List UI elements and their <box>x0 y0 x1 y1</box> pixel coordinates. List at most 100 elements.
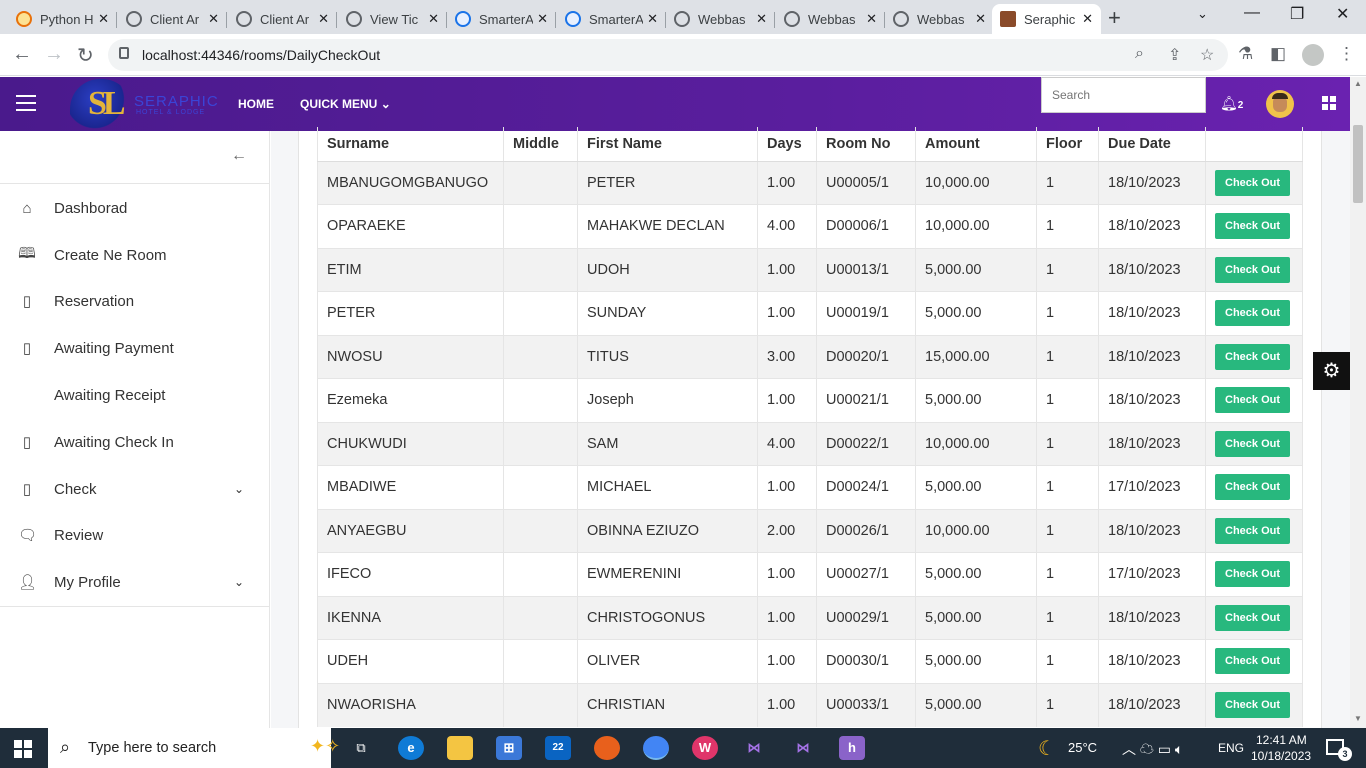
profile-icon[interactable] <box>1302 44 1324 66</box>
close-tab-icon[interactable]: ✕ <box>537 11 548 27</box>
browser-tab[interactable]: Webbas ✕ <box>885 4 994 34</box>
table-cell <box>503 639 578 683</box>
settings-gear-icon[interactable]: ⚙ <box>1313 352 1350 390</box>
new-tab-button[interactable]: + <box>1108 5 1121 31</box>
zoom-icon[interactable]: ⌕ <box>1135 45 1144 63</box>
minimize-icon[interactable]: — <box>1244 4 1260 22</box>
notifications-button[interactable]: 🔔︎2 <box>1220 95 1243 112</box>
scroll-down-icon[interactable]: ▼ <box>1354 714 1362 723</box>
table-cell: D00020/1 <box>816 334 916 379</box>
check-out-button[interactable]: Check Out <box>1215 430 1291 457</box>
wps-icon[interactable]: W <box>692 736 718 760</box>
menu-kebab-icon[interactable]: ⋮ <box>1338 44 1355 64</box>
scroll-up-icon[interactable]: ▲ <box>1354 79 1362 88</box>
forward-icon[interactable]: → <box>44 43 64 66</box>
maximize-icon[interactable]: ❐ <box>1290 4 1304 24</box>
check-out-button[interactable]: Check Out <box>1215 561 1291 588</box>
sidebar-item-awaiting-receipt[interactable]: Awaiting Receipt <box>0 375 270 415</box>
close-tab-icon[interactable]: ✕ <box>866 11 877 27</box>
browser-tab[interactable]: Client Ar ✕ <box>118 4 227 34</box>
table-cell-action: Check Out <box>1205 421 1303 466</box>
nav-quick-menu[interactable]: QUICK MENU ⌄ <box>300 97 391 111</box>
sidebar-item-review[interactable]: 🗨︎ Review <box>0 515 270 555</box>
sidebar-item-reservation[interactable]: ▯ Reservation <box>0 281 270 321</box>
visual-studio-2-icon[interactable]: ⋈ <box>790 736 816 760</box>
language-indicator[interactable]: ENG <box>1218 741 1244 755</box>
close-window-icon[interactable]: ✕ <box>1336 4 1349 24</box>
sidebar-item-create-ne-room[interactable]: 🕮︎ Create Ne Room <box>0 235 270 275</box>
avatar[interactable] <box>1266 90 1294 118</box>
page-scrollbar[interactable]: ▲ ▼ <box>1350 77 1366 728</box>
windows-start-icon[interactable] <box>14 740 32 758</box>
table-cell: OPARAEKE <box>317 204 504 248</box>
firefox-icon[interactable] <box>594 736 620 760</box>
notification-center-icon[interactable]: 3 <box>1326 739 1352 761</box>
browser-tab[interactable]: Python H ✕ <box>8 4 117 34</box>
sidebar-item-awaiting-check-in[interactable]: ▯ Awaiting Check In <box>0 422 270 462</box>
close-tab-icon[interactable]: ✕ <box>208 11 219 27</box>
close-tab-icon[interactable]: ✕ <box>975 11 986 27</box>
reload-icon[interactable]: ↻ <box>77 43 94 68</box>
check-out-button[interactable]: Check Out <box>1215 213 1291 240</box>
nav-home[interactable]: HOME <box>238 97 274 111</box>
task-view-icon[interactable]: ⧉ <box>348 736 374 760</box>
clock-time[interactable]: 12:41 AM <box>1256 733 1307 747</box>
file-explorer-icon[interactable] <box>447 736 473 760</box>
browser-tab[interactable]: Webbas ✕ <box>776 4 885 34</box>
mail-icon[interactable]: 22 <box>545 736 571 760</box>
address-bar[interactable]: localhost:44346/rooms/DailyCheckOut ⌕ ⇪ … <box>108 39 1228 71</box>
table-cell: 1 <box>1036 508 1099 553</box>
check-out-button[interactable]: Check Out <box>1215 300 1291 327</box>
sidebar-item-dashborad[interactable]: ⌂ Dashborad <box>0 188 270 228</box>
close-tab-icon[interactable]: ✕ <box>756 11 767 27</box>
browser-tab[interactable]: View Tic ✕ <box>338 4 447 34</box>
back-icon[interactable]: ← <box>12 43 32 66</box>
temperature[interactable]: 25°C <box>1068 740 1097 755</box>
hotel-logo[interactable]: SL SERAPHIC HOTEL & LODGE <box>70 79 218 129</box>
check-out-button[interactable]: Check Out <box>1215 256 1291 283</box>
close-tab-icon[interactable]: ✕ <box>428 11 439 27</box>
browser-tab[interactable]: Client Ar ✕ <box>228 4 337 34</box>
check-out-button[interactable]: Check Out <box>1215 692 1291 718</box>
heroku-icon[interactable]: h <box>839 736 865 760</box>
sidebar-item-check[interactable]: ▯ Check ⌄ <box>0 469 270 509</box>
visual-studio-icon[interactable]: ⋈ <box>741 736 767 760</box>
side-panel-icon[interactable]: ◧ <box>1270 44 1286 64</box>
check-out-button[interactable]: Check Out <box>1215 387 1291 414</box>
hamburger-menu-icon[interactable] <box>16 95 36 111</box>
close-tab-icon[interactable]: ✕ <box>1082 11 1093 27</box>
close-tab-icon[interactable]: ✕ <box>647 11 658 27</box>
browser-tab[interactable]: SmarterA ✕ <box>447 4 556 34</box>
edge-icon[interactable]: e <box>398 736 424 760</box>
share-icon[interactable]: ⇪ <box>1168 45 1181 65</box>
browser-tab[interactable]: Seraphic ✕ <box>992 4 1101 34</box>
taskbar-search[interactable]: ⌕ Type here to search ✦✧ <box>48 728 340 768</box>
bookmark-star-icon[interactable]: ☆ <box>1200 45 1214 65</box>
sidebar-item-my-profile[interactable]: 👤︎ My Profile ⌄ <box>0 562 270 602</box>
table-cell-action: Check Out <box>1205 682 1303 727</box>
close-tab-icon[interactable]: ✕ <box>98 11 109 27</box>
browser-tab[interactable]: SmarterA ✕ <box>557 4 666 34</box>
check-out-button[interactable]: Check Out <box>1215 169 1291 196</box>
extension-icon[interactable]: ⚗ <box>1238 44 1253 64</box>
apps-grid-icon[interactable] <box>1322 96 1336 110</box>
collapse-sidebar-icon[interactable]: ← <box>231 147 247 165</box>
browser-tab[interactable]: Webbas ✕ <box>666 4 775 34</box>
check-out-button[interactable]: Check Out <box>1215 343 1291 370</box>
search-input[interactable] <box>1041 77 1206 113</box>
tab-search-icon[interactable]: ⌄ <box>1197 6 1208 22</box>
check-out-button[interactable]: Check Out <box>1215 517 1291 544</box>
tray-icons[interactable]: ︿ ☁ ▭ 🔈︎ <box>1122 739 1183 759</box>
store-icon[interactable]: ⊞ <box>496 736 522 760</box>
close-tab-icon[interactable]: ✕ <box>318 11 329 27</box>
sidebar: ← ⌂ Dashborad 🕮︎ Create Ne Room ▯ Reservation… <box>0 131 270 728</box>
check-out-button[interactable]: Check Out <box>1215 648 1291 675</box>
check-out-button[interactable]: Check Out <box>1215 474 1291 501</box>
check-out-button[interactable]: Check Out <box>1215 604 1291 631</box>
clock-date[interactable]: 10/18/2023 <box>1251 749 1311 763</box>
scrollbar-thumb[interactable] <box>1353 125 1363 203</box>
chrome-icon[interactable] <box>643 736 669 760</box>
logo-name: SERAPHIC <box>134 93 219 110</box>
sidebar-item-awaiting-payment[interactable]: ▯ Awaiting Payment <box>0 328 270 368</box>
table-cell: U00019/1 <box>816 291 916 335</box>
